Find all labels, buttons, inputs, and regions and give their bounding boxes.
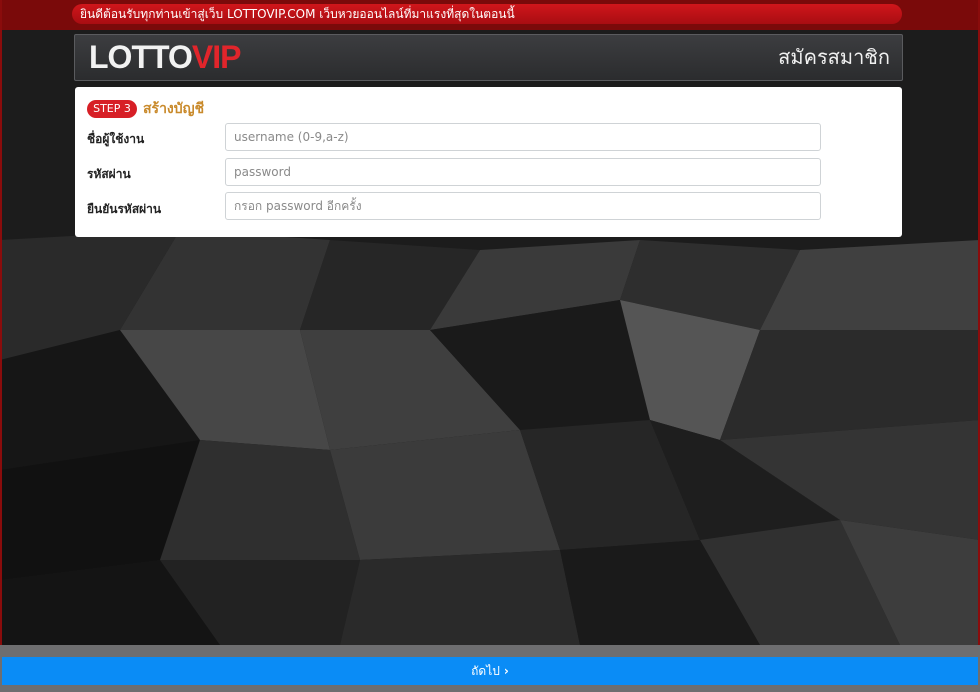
username-input[interactable]	[225, 123, 821, 151]
step-title: สร้างบัญชี	[143, 101, 205, 117]
password-input[interactable]	[225, 158, 821, 186]
step-badge: STEP 3	[87, 100, 137, 118]
chevron-right-icon: ›	[503, 664, 509, 678]
registration-panel: STEP 3 สร้างบัญชี ชื่อผู้ใช้งาน รหัสผ่าน…	[75, 87, 902, 237]
left-frame	[0, 0, 2, 692]
page-title: สมัครสมาชิก	[778, 45, 890, 69]
page-header: LOTTOVIP สมัครสมาชิก	[74, 34, 903, 81]
password-label: รหัสผ่าน	[87, 167, 131, 181]
confirm-password-label: ยืนยันรหัสผ่าน	[87, 202, 162, 216]
next-button-label: ถัดไป	[471, 664, 500, 678]
announcement-text: ยินดีต้อนรับทุกท่านเข้าสู่เว็บ LOTTOVIP.…	[80, 7, 515, 21]
logo-vip-text: VIP	[191, 39, 242, 75]
lottovip-logo[interactable]: LOTTOVIP	[89, 39, 242, 75]
announcement-marquee: ยินดีต้อนรับทุกท่านเข้าสู่เว็บ LOTTOVIP.…	[72, 4, 902, 24]
confirm-password-input[interactable]	[225, 192, 821, 220]
username-label: ชื่อผู้ใช้งาน	[87, 132, 145, 146]
next-button[interactable]: ถัดไป ›	[2, 657, 978, 685]
logo-lotto-text: LOTTO	[89, 39, 193, 75]
